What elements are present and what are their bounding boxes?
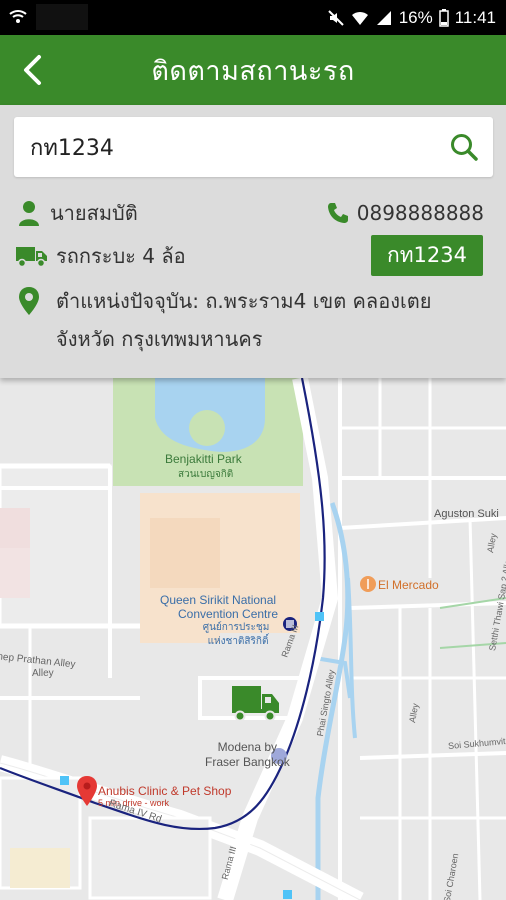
map-label-modena-line2: Fraser Bangkok bbox=[205, 755, 290, 769]
person-icon bbox=[18, 200, 50, 226]
vehicle-type-row: รถกระบะ 4 ล้อ bbox=[16, 241, 186, 271]
wifi-icon bbox=[8, 6, 28, 30]
map-label-el-mercado: El Mercado bbox=[378, 578, 439, 592]
status-bar: 16% 11:41 bbox=[0, 0, 506, 35]
clock: 11:41 bbox=[454, 7, 496, 27]
map-label-convention: Queen Sirikit National Convention Centre… bbox=[158, 593, 278, 649]
app-header: ติดตามสถานะรถ bbox=[0, 35, 506, 105]
el-mercado-poi-icon[interactable] bbox=[360, 576, 376, 592]
map-label-modena: Modena by Fraser Bangkok bbox=[205, 740, 290, 770]
map-label-convention-line1: Queen Sirikit National bbox=[160, 593, 277, 607]
cellular-signal-icon bbox=[375, 9, 393, 27]
vehicle-type: รถกระบะ 4 ล้อ bbox=[56, 244, 186, 268]
map-label-convention-th2: แห่งชาติสิริกิติ์ bbox=[207, 636, 269, 647]
driver-name: นายสมบัติ bbox=[50, 201, 138, 225]
map-view[interactable]: Benjakitti Park สวนเบญจกิติ Queen Siriki… bbox=[0, 378, 506, 900]
battery-icon bbox=[438, 8, 449, 27]
search-button[interactable] bbox=[447, 130, 481, 164]
plate-badge: กท1234 bbox=[371, 235, 483, 276]
notification-placeholder bbox=[36, 4, 88, 30]
page-title: ติดตามสถานะรถ bbox=[151, 55, 355, 87]
location-line2: จังหวัด กรุงเทพมหานคร bbox=[56, 327, 263, 351]
map-label-convention-line2: Convention Centre bbox=[178, 607, 279, 621]
map-label-alley: Alley bbox=[32, 668, 54, 679]
mute-icon bbox=[327, 9, 345, 27]
location-row: ตำแหน่งปัจจุบัน: ถ.พระราม4 เขต คลองเตย จ… bbox=[18, 282, 488, 358]
map-label-park: Benjakitti Park bbox=[165, 452, 242, 466]
map-label-anubis: Anubis Clinic & Pet Shop bbox=[98, 784, 232, 798]
map-label-modena-line1: Modena by bbox=[217, 740, 278, 754]
wifi-signal-icon bbox=[351, 9, 369, 27]
map-label-agustin: Aguston Suki bbox=[434, 508, 499, 520]
vehicle-info-panel: นายสมบัติ 0898888888 รถกระบะ 4 ล้อ กท123… bbox=[0, 105, 506, 378]
truck-icon bbox=[16, 244, 56, 268]
phone-icon bbox=[327, 202, 357, 224]
phone-number: 0898888888 bbox=[356, 201, 484, 225]
location-pin-icon bbox=[18, 286, 40, 328]
map-label-park-th: สวนเบญจกิติ bbox=[178, 469, 234, 480]
location-line1: ตำแหน่งปัจจุบัน: ถ.พระราม4 เขต คลองเตย bbox=[56, 289, 432, 313]
search-box bbox=[14, 117, 493, 177]
search-icon bbox=[451, 134, 478, 161]
driver-row: นายสมบัติ bbox=[18, 198, 138, 228]
battery-percent: 16% bbox=[398, 7, 433, 27]
phone-row[interactable]: 0898888888 bbox=[327, 198, 484, 228]
search-input[interactable] bbox=[30, 117, 430, 177]
map-label-convention-th1: ศูนย์การประชุม bbox=[202, 622, 270, 633]
